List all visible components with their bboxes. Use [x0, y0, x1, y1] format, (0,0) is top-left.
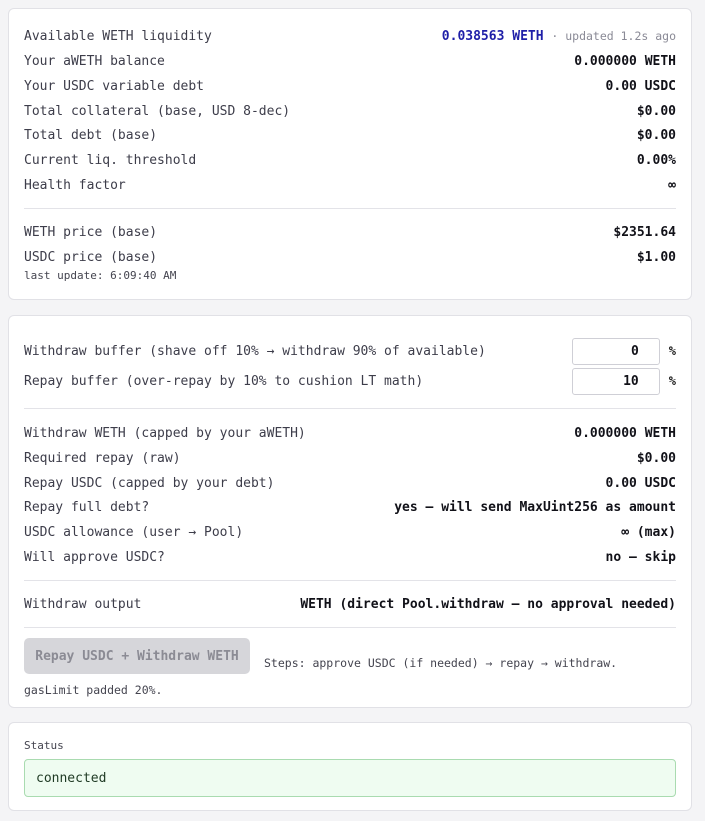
divider	[24, 408, 676, 409]
plan-row: Required repay (raw) $0.00	[24, 448, 676, 468]
repay-buffer-input[interactable]	[571, 367, 660, 395]
health-factor-row: Health factor ∞	[24, 175, 676, 195]
plan-row: Repay USDC (capped by your debt) 0.00 US…	[24, 473, 676, 493]
plan-row-label: Repay USDC (capped by your debt)	[24, 475, 275, 491]
plan-row-label: Will approve USDC?	[24, 549, 165, 565]
price-label: WETH price (base)	[24, 224, 158, 240]
info-row: Total collateral (base, USD 8-dec) $0.00	[24, 101, 676, 121]
info-row-label: Your aWETH balance	[24, 53, 165, 69]
plan-row: USDC allowance (user → Pool) ∞ (max)	[24, 522, 676, 542]
updated-timestamp: · updated 1.2s ago	[551, 28, 676, 43]
status-card: Status connected	[8, 722, 692, 811]
info-row: Your aWETH balance 0.000000 WETH	[24, 51, 676, 71]
plan-row-label: Required repay (raw)	[24, 450, 181, 466]
info-row-value: 0.00 USDC	[605, 78, 676, 94]
price-row: USDC price (base) $1.00	[24, 247, 676, 267]
info-row: Your USDC variable debt 0.00 USDC	[24, 76, 676, 96]
percent-sign: %	[668, 374, 676, 388]
health-factor-value: ∞	[668, 177, 676, 193]
plan-row: Will approve USDC? no — skip	[24, 547, 676, 567]
plan-row-value: ∞ (max)	[621, 524, 676, 540]
plan-row-value: 0.000000 WETH	[574, 425, 676, 441]
price-value: $1.00	[636, 249, 676, 265]
info-row-value: $0.00	[636, 103, 676, 119]
status-value: connected	[36, 770, 107, 786]
repay-withdraw-card: Withdraw buffer (shave off 10% → withdra…	[8, 315, 692, 708]
info-row-label: Total debt (base)	[24, 127, 158, 143]
withdraw-buffer-row: Withdraw buffer (shave off 10% → withdra…	[24, 337, 676, 365]
price-value: $2351.64	[613, 224, 676, 240]
available-liquidity-value: 0.038563 WETH	[441, 28, 544, 44]
plan-row-label: Repay full debt?	[24, 499, 150, 515]
repay-buffer-row: Repay buffer (over-repay by 10% to cushi…	[24, 367, 676, 395]
steps-note: Steps: approve USDC (if needed) → repay …	[24, 656, 618, 697]
percent-sign: %	[668, 344, 676, 358]
divider	[24, 580, 676, 581]
plan-row-label: Withdraw WETH (capped by your aWETH)	[24, 425, 306, 441]
last-update-text: last update: 6:09:40 AM	[24, 269, 177, 282]
price-label: USDC price (base)	[24, 249, 158, 265]
info-row-label: Current liq. threshold	[24, 152, 197, 168]
repay-buffer-label: Repay buffer (over-repay by 10% to cushi…	[24, 373, 424, 389]
health-factor-label: Health factor	[24, 177, 126, 193]
plan-row-value: yes — will send MaxUint256 as amount	[394, 499, 676, 515]
plan-row-value: no — skip	[605, 549, 676, 565]
withdraw-output-label: Withdraw output	[24, 596, 142, 612]
status-box: connected	[24, 759, 676, 797]
withdraw-buffer-input[interactable]	[571, 337, 660, 365]
divider	[24, 627, 676, 628]
available-liquidity-label: Available WETH liquidity	[24, 28, 212, 44]
info-row-value: 0.000000 WETH	[574, 53, 676, 69]
divider	[24, 208, 676, 209]
info-row: Current liq. threshold 0.00%	[24, 150, 676, 170]
info-row: Total debt (base) $0.00	[24, 125, 676, 145]
info-row-value: $0.00	[636, 127, 676, 143]
withdraw-buffer-label: Withdraw buffer (shave off 10% → withdra…	[24, 343, 486, 359]
status-label: Status	[24, 739, 64, 752]
available-liquidity-row: Available WETH liquidity 0.038563 WETH ·…	[24, 26, 676, 46]
withdraw-output-value: WETH (direct Pool.withdraw — no approval…	[300, 596, 676, 612]
plan-row-label: USDC allowance (user → Pool)	[24, 524, 244, 540]
withdraw-output-row: Withdraw output WETH (direct Pool.withdr…	[24, 594, 676, 614]
info-row-value: 0.00%	[636, 152, 676, 168]
plan-row-value: 0.00 USDC	[605, 475, 676, 491]
plan-row: Withdraw WETH (capped by your aWETH) 0.0…	[24, 423, 676, 443]
info-row-label: Your USDC variable debt	[24, 78, 205, 94]
position-summary-card: Available WETH liquidity 0.038563 WETH ·…	[8, 8, 692, 300]
plan-row-value: $0.00	[636, 450, 676, 466]
plan-row: Repay full debt? yes — will send MaxUint…	[24, 497, 676, 517]
info-row-label: Total collateral (base, USD 8-dec)	[24, 103, 291, 119]
price-row: WETH price (base) $2351.64	[24, 222, 676, 242]
